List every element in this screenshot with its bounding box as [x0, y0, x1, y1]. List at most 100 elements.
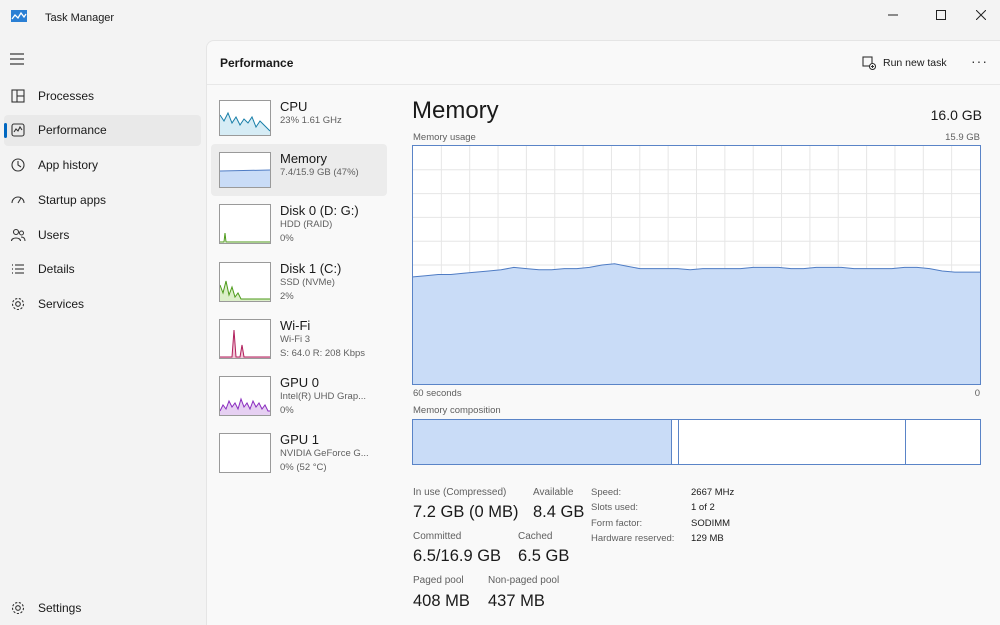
- in-use-label: In use (Compressed): [413, 487, 507, 498]
- run-new-task-label: Run new task: [883, 57, 947, 69]
- memory-title: Memory: [412, 97, 499, 124]
- device-detail: 7.4/15.9 GB (47%): [280, 167, 359, 178]
- form-factor-key: Form factor:: [591, 518, 643, 529]
- cpu-thumbnail: [219, 100, 271, 136]
- memory-composition-bar: [412, 419, 981, 465]
- paged-pool-value: 408 MB: [413, 592, 470, 610]
- sidebar-item-label: Performance: [38, 123, 107, 137]
- sidebar-item-label: Processes: [38, 89, 95, 103]
- device-detail: Intel(R) UHD Grap...: [280, 391, 367, 402]
- disk-0-sparkline-icon: [220, 232, 270, 243]
- hamburger-menu-icon[interactable]: [10, 53, 24, 65]
- device-detail: Wi-Fi 3: [280, 334, 311, 345]
- speed-key: Speed:: [591, 487, 622, 498]
- device-detail: SSD (NVMe): [280, 277, 335, 288]
- speed-value: 2667 MHz: [691, 487, 735, 498]
- task-manager-logo-icon: [11, 10, 27, 22]
- non-paged-pool-value: 437 MB: [488, 592, 545, 610]
- close-button[interactable]: [958, 0, 1000, 30]
- device-detail: 0%: [280, 233, 294, 244]
- sidebar-item-label: Users: [38, 228, 70, 242]
- device-item-disk-1[interactable]: Disk 1 (C:) SSD (NVMe) 2%: [211, 261, 387, 313]
- cpu-sparkline-icon: [220, 111, 270, 135]
- memory-thumbnail: [219, 152, 271, 188]
- device-detail: 0% (52 °C): [280, 462, 327, 473]
- memory-usage-chart: [412, 146, 980, 384]
- device-name: Memory: [280, 151, 327, 166]
- window-title: Task Manager: [45, 12, 115, 24]
- sidebar-item-label: App history: [38, 158, 99, 172]
- device-name: Disk 1 (C:): [280, 261, 342, 276]
- sidebar-item-startup-apps[interactable]: Startup apps: [4, 185, 201, 216]
- close-icon: [976, 10, 986, 20]
- memory-usage-max: 15.9 GB: [945, 132, 980, 143]
- device-item-disk-0[interactable]: Disk 0 (D: G:) HDD (RAID) 0%: [211, 203, 387, 255]
- form-factor-value: SODIMM: [691, 518, 731, 529]
- available-label: Available: [533, 487, 574, 498]
- device-detail: 23% 1.61 GHz: [280, 115, 342, 126]
- cached-value: 6.5 GB: [518, 547, 570, 565]
- committed-label: Committed: [413, 531, 462, 542]
- sidebar: Processes Performance App history Startu…: [0, 40, 206, 625]
- page-title: Performance: [220, 56, 294, 70]
- sidebar-item-services[interactable]: Services: [4, 289, 201, 320]
- cached-label: Cached: [518, 531, 553, 542]
- composition-free[interactable]: [906, 420, 980, 464]
- device-name: Disk 0 (D: G:): [280, 203, 359, 218]
- maximize-icon: [936, 10, 946, 20]
- device-detail: HDD (RAID): [280, 219, 333, 230]
- main-header: Performance Run new task ···: [207, 41, 1000, 85]
- sidebar-item-processes[interactable]: Processes: [4, 81, 201, 112]
- time-span-label: 60 seconds: [413, 388, 462, 399]
- hardware-reserved-key: Hardware reserved:: [591, 533, 675, 544]
- sidebar-item-label: Services: [38, 297, 85, 311]
- composition-modified[interactable]: [672, 420, 679, 464]
- sidebar-item-label: Startup apps: [38, 193, 107, 207]
- hardware-reserved-value: 129 MB: [691, 533, 724, 544]
- sidebar-item-performance[interactable]: Performance: [4, 115, 201, 146]
- device-detail: S: 64.0 R: 208 Kbps: [280, 348, 366, 359]
- committed-value: 6.5/16.9 GB: [413, 547, 502, 565]
- device-detail: 0%: [280, 405, 294, 416]
- available-value: 8.4 GB: [533, 503, 585, 521]
- wifi-thumbnail: [219, 319, 271, 359]
- non-paged-pool-label: Non-paged pool: [488, 575, 560, 586]
- composition-standby[interactable]: [679, 420, 906, 464]
- disk-1-thumbnail: [219, 262, 271, 302]
- disk-0-thumbnail: [219, 204, 271, 244]
- gpu-1-thumbnail: [219, 433, 271, 473]
- more-options-button[interactable]: ···: [971, 53, 988, 69]
- performance-icon: [11, 123, 25, 137]
- device-detail: 2%: [280, 291, 294, 302]
- device-item-gpu-0[interactable]: GPU 0 Intel(R) UHD Grap... 0%: [211, 375, 387, 427]
- run-new-task-icon: [862, 56, 876, 70]
- device-name: GPU 0: [280, 375, 320, 390]
- composition-in-use[interactable]: [413, 420, 673, 464]
- device-detail: NVIDIA GeForce G...: [280, 448, 369, 459]
- sidebar-item-settings[interactable]: Settings: [4, 593, 201, 624]
- device-item-wifi[interactable]: Wi-Fi Wi-Fi 3 S: 64.0 R: 208 Kbps: [211, 318, 387, 370]
- device-name: Wi-Fi: [280, 318, 311, 333]
- history-icon: [11, 158, 25, 172]
- wifi-sparkline-icon: [220, 329, 270, 358]
- settings-gear-icon: [11, 601, 25, 615]
- minimize-button[interactable]: [870, 0, 916, 30]
- gpu-0-sparkline-icon: [220, 397, 270, 415]
- active-indicator: [4, 123, 7, 138]
- sidebar-item-details[interactable]: Details: [4, 254, 201, 285]
- slots-used-value: 1 of 2: [691, 502, 715, 513]
- sidebar-item-users[interactable]: Users: [4, 220, 201, 251]
- users-icon: [10, 228, 26, 242]
- sidebar-item-label: Details: [38, 262, 75, 276]
- memory-total: 16.0 GB: [930, 107, 982, 123]
- device-item-gpu-1[interactable]: GPU 1 NVIDIA GeForce G... 0% (52 °C): [211, 432, 387, 484]
- in-use-value: 7.2 GB (0 MB): [413, 503, 519, 521]
- device-item-memory[interactable]: Memory 7.4/15.9 GB (47%): [211, 144, 387, 196]
- memory-usage-area: [413, 263, 980, 384]
- sidebar-item-label: Settings: [38, 601, 82, 615]
- services-gear-icon: [11, 297, 25, 311]
- sidebar-item-app-history[interactable]: App history: [4, 150, 201, 181]
- memory-usage-graph: [412, 145, 981, 385]
- processes-icon: [11, 89, 25, 103]
- time-end-label: 0: [974, 388, 980, 399]
